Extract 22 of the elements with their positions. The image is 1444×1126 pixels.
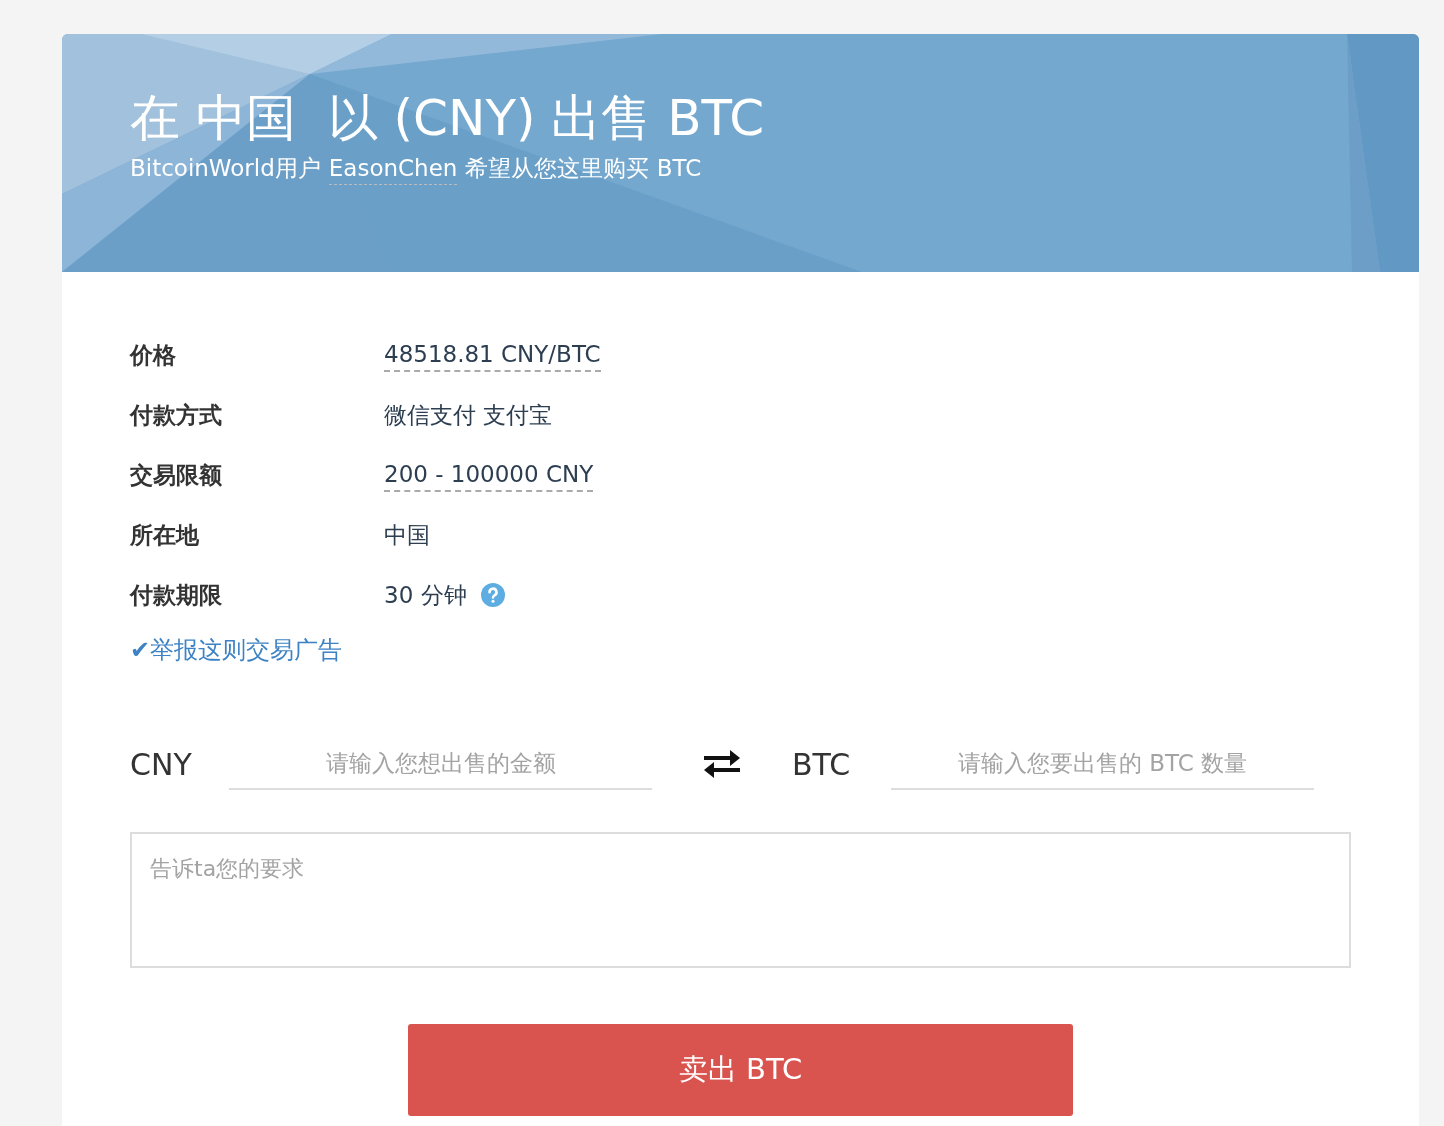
report-link[interactable]: ✔举报这则交易广告 — [130, 632, 343, 668]
currency-label: CNY — [130, 745, 193, 784]
sell-button[interactable]: 卖出 BTC — [408, 1024, 1073, 1116]
currency-label: BTC — [792, 745, 852, 784]
field-label: 价格 — [130, 340, 177, 370]
page-title: 在 中国 以 (CNY) 出售 BTC — [130, 88, 766, 149]
field-label: 所在地 — [130, 520, 200, 550]
field-label: 付款方式 — [130, 400, 223, 430]
swap-icon[interactable] — [704, 750, 740, 778]
username-link[interactable]: EasonChen — [328, 152, 458, 185]
field-label: 交易限额 — [130, 460, 223, 490]
field-label: 付款期限 — [130, 580, 223, 610]
field-value: 微信支付 支付宝 — [384, 400, 553, 430]
value-link[interactable]: 48518.81 CNY/BTC — [384, 338, 601, 372]
subtitle-text: 希望从您这里购买 BTC — [465, 154, 702, 183]
subtitle-text: BitcoinWorld用户 — [130, 154, 321, 183]
amount-input[interactable]: 请输入您想出售的金额 — [229, 738, 652, 790]
message-field[interactable]: 告诉ta您的要求 — [130, 832, 1351, 968]
field-value: 30 分钟 — [384, 580, 467, 610]
field-value: 中国 — [384, 520, 430, 550]
value-link[interactable]: 200 - 100000 CNY — [384, 458, 594, 492]
amount-input[interactable]: 请输入您要出售的 BTC 数量 — [891, 738, 1314, 790]
